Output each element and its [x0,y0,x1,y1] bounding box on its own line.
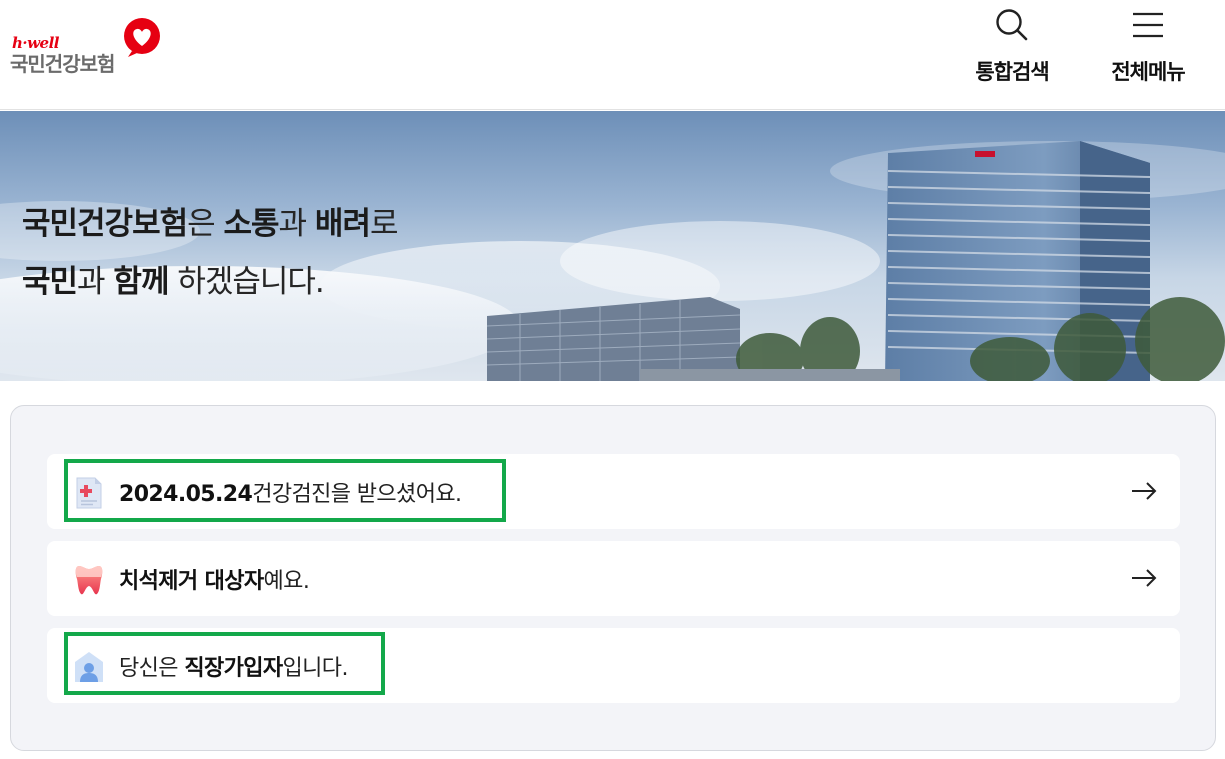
site-header: h·well 국민건강보험 통합검색 전체메뉴 [0,0,1225,110]
slogan-line-2: 국민과 함께 하겠습니다. [22,253,398,311]
slogan-bold-2: 소통 [223,206,280,242]
search-icon [996,9,1028,41]
full-menu-button[interactable]: 전체메뉴 [1093,0,1203,110]
menu-label: 전체메뉴 [1111,60,1185,84]
subscriber-type-text: 당신은 직장가입자입니다. [119,650,348,682]
subscriber-prefix: 당신은 [119,656,185,681]
health-checkup-text: 2024.05.24건강검진을 받으셨어요. [119,476,462,508]
slogan-bold-5: 함께 [113,264,169,300]
slogan-text-5: 하겠습니다. [168,264,324,300]
scaling-message: 예요. [263,569,310,594]
home-person-icon [75,652,103,682]
banner-slogan: 국민건강보험은 소통과 배려로 국민과 함께 하겠습니다. [22,195,398,311]
subscriber-type: 직장가입자 [184,656,283,681]
integrated-search-button[interactable]: 통합검색 [957,0,1067,110]
tooth-icon [75,566,103,595]
subscriber-suffix: 입니다. [282,656,349,681]
slogan-bold-3: 배려 [314,206,371,242]
list-item-scaling[interactable]: 치석제거 대상자예요. [47,541,1180,616]
slogan-line-1: 국민건강보험은 소통과 배려로 [22,195,398,253]
list-item-subscriber-type[interactable]: 당신은 직장가입자입니다. [47,628,1180,703]
search-label: 통합검색 [975,60,1049,84]
slogan-text-3: 로 [369,206,399,242]
heart-logo-icon [124,18,160,57]
slogan-text-1: 은 [187,206,224,242]
scaling-target: 치석제거 대상자 [119,569,264,594]
medical-checkup-document-icon [76,477,102,509]
list-item-health-checkup[interactable]: 2024.05.24건강검진을 받으셨어요. [47,454,1180,529]
nhis-logo[interactable]: h·well 국민건강보험 [8,18,168,78]
hamburger-menu-icon [1133,12,1163,38]
slogan-text-2: 과 [278,206,315,242]
checkup-message: 건강검진을 받으셨어요. [252,482,462,507]
arrow-right-icon[interactable] [1130,479,1158,503]
logo-title: 국민건강보험 [10,52,115,76]
scaling-text: 치석제거 대상자예요. [119,563,310,595]
slogan-text-4: 과 [77,264,114,300]
personal-info-panel: 2024.05.24건강검진을 받으셨어요. 치석제거 대상자예요. 당신은 직… [10,405,1216,751]
arrow-right-icon[interactable] [1130,566,1158,590]
slogan-bold-1: 국민건강보험 [22,206,188,242]
checkup-date: 2024.05.24 [119,482,253,507]
hero-banner: 국민건강보험은 소통과 배려로 국민과 함께 하겠습니다. [0,111,1225,381]
slogan-bold-4: 국민 [22,264,78,300]
